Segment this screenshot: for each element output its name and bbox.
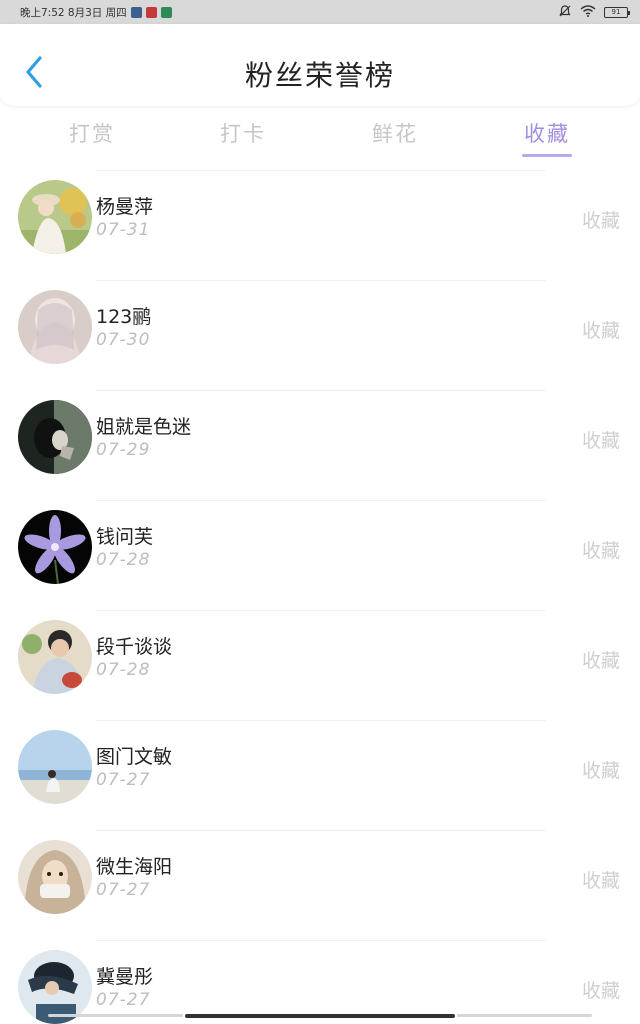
list-item[interactable]: 123鹂 07-30 收藏 [0,278,640,388]
fan-date: 07-28 [96,660,151,680]
action-type-label: 收藏 [581,980,620,1002]
fan-name: 冀曼彤 [96,966,154,988]
avatar [18,730,92,804]
fan-name: 图门文敏 [96,746,173,768]
action-type-label: 收藏 [581,650,620,672]
mute-icon [558,4,572,21]
row-divider [96,390,546,391]
fan-date: 07-29 [96,440,151,460]
list-item[interactable]: 钱问芙 07-28 收藏 [0,498,640,608]
battery-icon: 91 [604,6,630,18]
app-screen: 晚上7:52 8月3日 周四 91 粉丝荣誉榜 打赏 打卡 鲜花 收藏 杨曼萍 … [0,0,640,1024]
action-type-label: 收藏 [581,540,620,562]
nav-hint-left [48,1014,183,1017]
avatar [18,290,92,364]
list-item[interactable]: 图门文敏 07-27 收藏 [0,718,640,828]
app-icon-1 [130,6,142,18]
action-type-label: 收藏 [581,320,620,342]
tab-checkin[interactable]: 打卡 [193,118,293,148]
fan-name: 段千谈谈 [96,636,173,658]
row-divider [96,610,546,611]
avatar [18,620,92,694]
action-type-label: 收藏 [581,760,620,782]
row-divider [96,500,546,501]
avatar [18,950,92,1024]
tab-active-underline [522,154,572,157]
fan-name: 姐就是色迷 [96,416,192,438]
action-type-label: 收藏 [581,430,620,452]
avatar [18,180,92,254]
status-right: 91 [558,4,630,21]
tab-bar: 打赏 打卡 鲜花 收藏 [0,110,640,164]
fan-date: 07-28 [96,550,151,570]
fan-date: 07-31 [96,220,151,240]
fan-name: 123鹂 [96,306,152,328]
avatar [18,510,92,584]
home-indicator[interactable] [185,1014,455,1018]
wifi-icon [580,4,596,20]
app-icon-3 [160,6,172,18]
fan-date: 07-30 [96,330,151,350]
action-type-label: 收藏 [581,870,620,892]
fan-date: 07-27 [96,770,151,790]
header: 粉丝荣誉榜 [0,24,640,106]
nav-hint-right [457,1014,592,1017]
row-divider [96,280,546,281]
status-bar: 晚上7:52 8月3日 周四 91 [0,0,640,24]
row-divider [96,170,546,171]
action-type-label: 收藏 [581,210,620,232]
row-divider [96,940,546,941]
status-time-date: 晚上7:52 8月3日 周四 [20,6,127,19]
fan-date: 07-27 [96,990,151,1010]
avatar [18,400,92,474]
row-divider [96,830,546,831]
fan-date: 07-27 [96,880,151,900]
list-item[interactable]: 段千谈谈 07-28 收藏 [0,608,640,718]
tab-favorites[interactable]: 收藏 [497,118,597,148]
app-icon-2 [145,6,157,18]
avatar [18,840,92,914]
tab-flowers[interactable]: 鲜花 [345,118,445,148]
fan-name: 钱问芙 [96,526,154,548]
list-item[interactable]: 杨曼萍 07-31 收藏 [0,168,640,278]
list-item[interactable]: 微生海阳 07-27 收藏 [0,828,640,938]
tab-reward[interactable]: 打赏 [42,118,142,148]
page-title: 粉丝荣誉榜 [244,59,395,92]
fan-name: 微生海阳 [96,856,173,878]
list-item[interactable]: 姐就是色迷 07-29 收藏 [0,388,640,498]
status-left: 晚上7:52 8月3日 周四 [20,5,172,20]
fan-name: 杨曼萍 [96,196,154,218]
list-item[interactable]: 冀曼彤 07-27 收藏 [0,938,640,1024]
row-divider [96,720,546,721]
